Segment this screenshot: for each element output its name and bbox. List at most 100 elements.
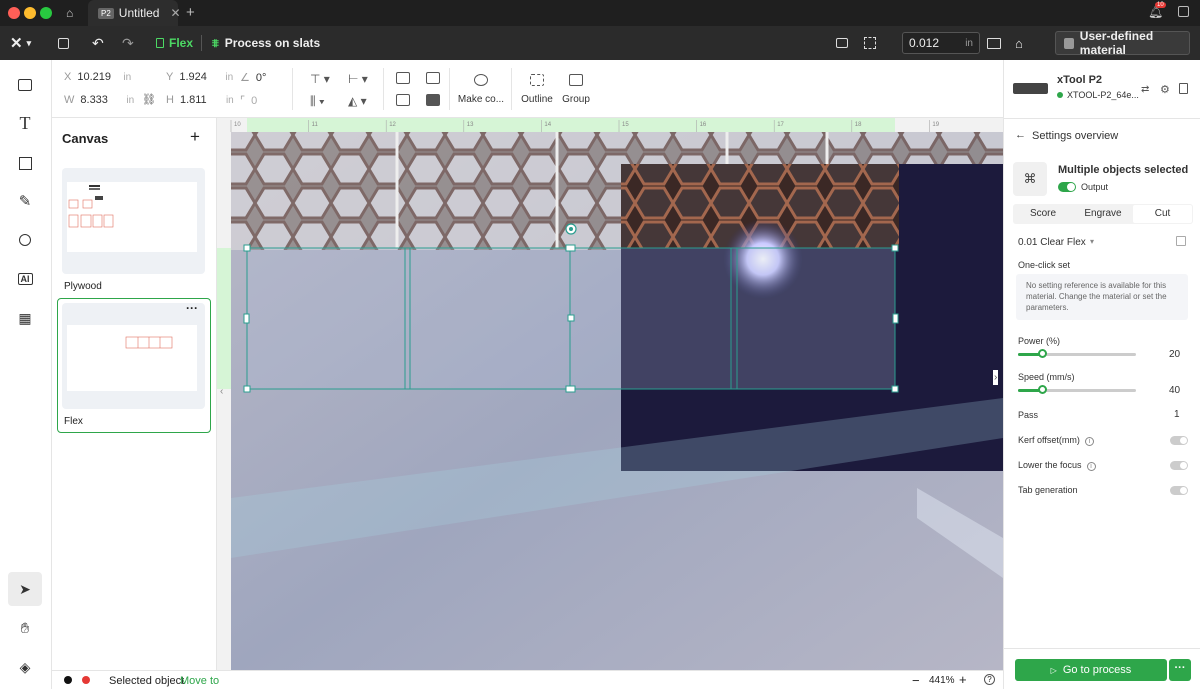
kerf-offset-row: Kerf offset(mm) i	[1018, 435, 1094, 446]
outline-label[interactable]: Outline	[516, 94, 558, 105]
material-label: User-defined material	[1079, 29, 1154, 57]
process-mode-button[interactable]: ⩨ Process on slats	[212, 26, 320, 60]
add-image-icon[interactable]	[8, 68, 42, 102]
canvas-thumbnail	[62, 303, 205, 409]
camera-icon[interactable]	[836, 26, 848, 60]
y-field[interactable]: Y 1.924 in	[166, 71, 233, 83]
message-icon[interactable]	[1178, 6, 1189, 17]
h-field[interactable]: H 1.811 in	[166, 94, 234, 106]
add-canvas-icon[interactable]: +	[190, 127, 200, 147]
move-to-link[interactable]: Move to	[180, 675, 219, 687]
more-process-options-button[interactable]: ···	[1169, 659, 1191, 681]
power-slider-knob[interactable]	[1037, 349, 1047, 358]
save-icon[interactable]	[58, 26, 69, 60]
shape-tool-icon[interactable]	[8, 146, 42, 180]
preset-selector[interactable]: 0.01 Clear Flex	[1018, 237, 1086, 248]
thickness-input[interactable]: 0.012 in	[902, 32, 980, 54]
document-tab[interactable]: P2 Untitled ✕	[88, 0, 181, 26]
device-file-icon[interactable]	[1179, 83, 1188, 94]
zoom-level[interactable]: 441%	[929, 675, 955, 686]
rotation-field[interactable]: ∠ 0°	[240, 71, 266, 85]
auto-focus-icon[interactable]: ⌂	[1015, 26, 1023, 60]
canvas-item-flex[interactable]: ··· Flex	[57, 298, 211, 433]
help-icon[interactable]: ?	[984, 674, 995, 685]
output-toggle[interactable]	[1058, 182, 1076, 192]
focus-frame-icon[interactable]	[864, 26, 876, 60]
outline-icon[interactable]	[530, 74, 544, 86]
more-options-icon[interactable]: ···	[186, 301, 198, 315]
kerf-offset-toggle[interactable]	[1170, 436, 1188, 445]
color-black-icon[interactable]	[64, 676, 72, 684]
undo-icon[interactable]: ↶	[92, 26, 104, 60]
device-settings-icon[interactable]: ⚙︎	[1160, 83, 1170, 96]
ai-tool-icon[interactable]: AI	[8, 262, 42, 296]
color-red-icon[interactable]	[82, 676, 90, 684]
save-preset-icon[interactable]	[1176, 236, 1186, 246]
speed-slider[interactable]	[1018, 385, 1136, 394]
canvas-item-plywood[interactable]: Plywood	[57, 166, 211, 301]
tab-score[interactable]: Score	[1013, 204, 1073, 224]
power-slider[interactable]	[1018, 349, 1136, 358]
elements-icon[interactable]	[8, 223, 42, 257]
distribute-icon[interactable]: ⫼ ▾	[310, 94, 325, 109]
home-icon[interactable]: ⌂	[66, 6, 73, 20]
pen-tool-icon[interactable]: ✎	[8, 184, 42, 218]
switch-device-icon[interactable]: ⇄	[1141, 84, 1149, 95]
chevron-down-icon[interactable]: ▾	[1090, 237, 1094, 246]
close-window-button[interactable]	[8, 7, 20, 19]
ruler-tick-label: 15	[622, 122, 629, 128]
doc-name-button[interactable]: Flex	[156, 26, 193, 60]
w-field[interactable]: W 8.333 in	[64, 94, 134, 106]
pass-value[interactable]: 1	[1174, 409, 1180, 420]
speed-slider-knob[interactable]	[1037, 385, 1047, 394]
group-label[interactable]: Group	[559, 94, 593, 105]
text-tool-icon[interactable]: T	[8, 106, 42, 140]
intersect-icon[interactable]	[396, 94, 410, 106]
zoom-window-button[interactable]	[40, 7, 52, 19]
corner-radius-field[interactable]: ⌜ 0	[240, 94, 257, 108]
tab-generation-toggle[interactable]	[1170, 486, 1188, 495]
close-tab-icon[interactable]: ✕	[170, 6, 180, 20]
material-selector[interactable]: User-defined material	[1055, 29, 1190, 57]
make-compound-icon[interactable]	[474, 74, 488, 86]
apps-icon[interactable]: ▦	[8, 301, 42, 335]
lock-ratio-icon[interactable]: ⛓︎	[142, 93, 156, 106]
align-top-icon[interactable]: ⊤ ▾	[310, 72, 330, 86]
new-tab-icon[interactable]: +	[186, 4, 195, 21]
exclude-icon[interactable]	[426, 94, 440, 106]
power-value[interactable]: 20	[1169, 349, 1180, 360]
divider	[449, 68, 450, 110]
speed-label: Speed (mm/s)	[1018, 372, 1075, 382]
settings-overview-link[interactable]: Settings overview	[1032, 130, 1118, 142]
lower-focus-toggle[interactable]	[1170, 461, 1188, 470]
measure-icon[interactable]	[987, 26, 1001, 60]
info-icon[interactable]: i	[1084, 437, 1094, 446]
collapse-panel-icon[interactable]: ‹	[220, 386, 223, 397]
redo-icon[interactable]: ↷	[122, 26, 134, 60]
back-icon[interactable]: ←	[1015, 129, 1026, 141]
select-tool-icon[interactable]: ➤	[8, 572, 42, 606]
layers-icon[interactable]: ◈	[8, 650, 42, 684]
x-field[interactable]: X 10.219 in	[64, 71, 131, 83]
zoom-out-icon[interactable]: −	[912, 673, 920, 688]
minimize-window-button[interactable]	[24, 7, 36, 19]
info-icon[interactable]: i	[1086, 462, 1096, 471]
ruler-selection-band	[247, 118, 895, 132]
align-left-icon[interactable]: ⊢ ▾	[348, 72, 368, 86]
union-icon[interactable]	[396, 72, 410, 84]
group-icon[interactable]	[569, 74, 583, 86]
hand-tool-icon[interactable]: ✋︎	[8, 611, 42, 645]
tab-engrave[interactable]: Engrave	[1073, 204, 1133, 224]
zoom-in-icon[interactable]: +	[959, 672, 967, 687]
go-to-process-button[interactable]: ▷ Go to process	[1015, 659, 1167, 681]
flip-icon[interactable]: ◭ ▾	[348, 94, 367, 108]
xtool-logo-icon[interactable]: ✕ ▾	[10, 26, 31, 60]
make-compound-label[interactable]: Make co...	[456, 94, 506, 105]
expand-panel-icon[interactable]: ›	[993, 370, 999, 385]
canvas-workspace[interactable]: 10 11 12 13 14 15 16 17 18 19 ‹ ›	[217, 118, 1003, 670]
tab-cut[interactable]: Cut	[1133, 205, 1192, 223]
device-badge: P2	[98, 7, 114, 19]
speed-value[interactable]: 40	[1169, 385, 1180, 396]
subtract-icon[interactable]	[426, 72, 440, 84]
title-bar: ⌂ P2 Untitled ✕ + 🔔︎ 10	[0, 0, 1200, 26]
